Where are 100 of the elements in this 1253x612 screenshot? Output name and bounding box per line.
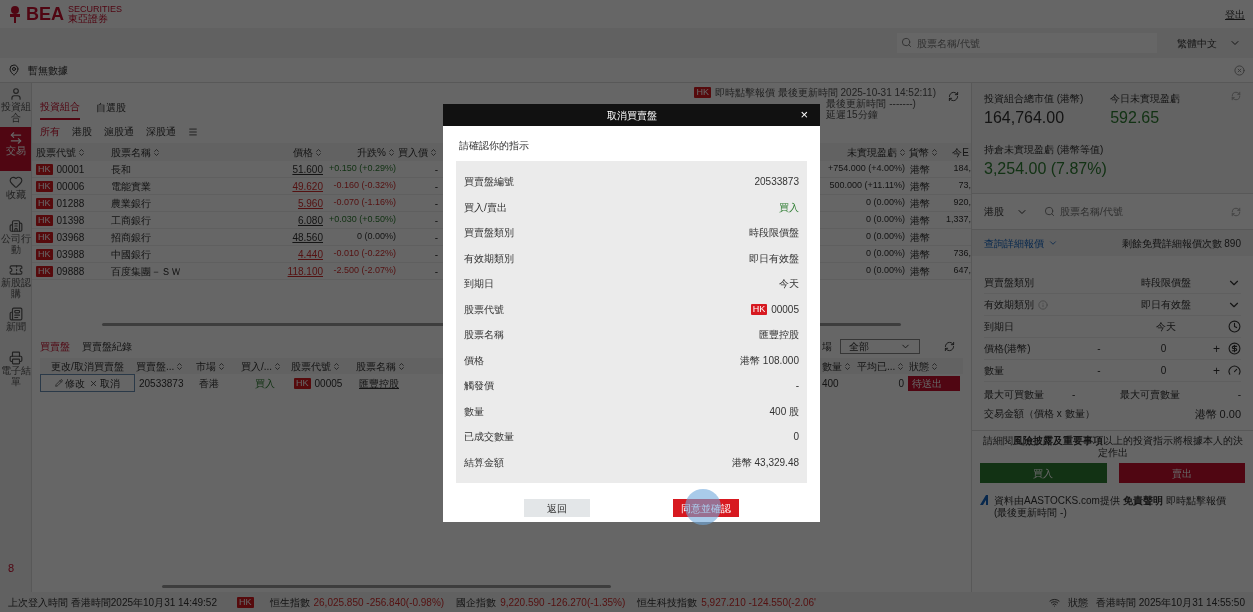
sort-icon[interactable] — [314, 147, 323, 157]
price-link[interactable]: 48.560 — [292, 229, 323, 245]
stock-name: 電能實業 — [111, 179, 151, 194]
cancel-button[interactable]: 取消 — [89, 375, 120, 391]
ticket-icon — [8, 263, 23, 277]
detail-label: 結算金額 — [464, 455, 504, 470]
sort-icon[interactable] — [273, 361, 283, 371]
price-link[interactable]: 49.620 — [292, 178, 323, 194]
orders-tab[interactable]: 買賣盤 — [40, 338, 70, 354]
field-value: - — [1237, 387, 1241, 402]
bid-price: - — [434, 247, 438, 262]
decrement-button[interactable]: - — [1084, 341, 1114, 356]
field-value[interactable]: 0 — [1160, 363, 1167, 378]
stock-name-link[interactable]: 匯豐控股 — [359, 375, 399, 391]
sort-icon[interactable] — [930, 147, 939, 157]
sort-icon[interactable] — [896, 361, 906, 371]
sort-icon[interactable] — [397, 361, 406, 371]
clock-text: 香港時間 2025年10月31 14:55:50 — [1096, 595, 1245, 610]
unrealized-pl: 0 (0.00%) — [865, 196, 905, 210]
filter-tab[interactable]: 港股 — [72, 124, 92, 139]
refresh-icon[interactable] — [1231, 206, 1241, 217]
decrement-button[interactable]: - — [1084, 363, 1114, 378]
currency: 港幣 — [910, 196, 930, 211]
portfolio-tab[interactable]: 自選股 — [96, 99, 126, 120]
close-button[interactable]: × — [800, 105, 808, 125]
trade-amount: 港幣 0.00 — [1194, 407, 1241, 422]
menu-icon[interactable] — [188, 126, 198, 137]
sort-icon[interactable] — [175, 361, 185, 371]
increment-button[interactable]: + — [1212, 339, 1220, 358]
detail-value: 20533873 — [754, 175, 799, 190]
filter-tab[interactable]: 深股通 — [146, 124, 176, 139]
caret-icon[interactable] — [1048, 238, 1058, 248]
field-value[interactable]: 0 — [1160, 341, 1167, 356]
field-value[interactable]: 今天 — [1156, 319, 1176, 334]
detail-label: 股票名稱 — [464, 328, 504, 343]
detail-label: 有效期類別 — [464, 251, 514, 266]
stock-code: 03988 — [56, 247, 85, 262]
swap-arrows-icon — [8, 131, 23, 145]
market-badge: HK — [36, 180, 53, 192]
detail-value: 0 — [793, 430, 799, 445]
person-icon — [8, 87, 23, 101]
clock-icon[interactable] — [1228, 320, 1241, 333]
today-value: 736, — [953, 247, 971, 261]
currency: 港幣 — [910, 264, 930, 279]
price-link[interactable]: 6.080 — [297, 212, 323, 228]
quote-notice: 即時點擊報價 最後更新時間 2025-10-31 14:52:11) — [715, 87, 936, 98]
sell-button[interactable]: 賣出 — [1118, 463, 1245, 483]
sort-icon[interactable] — [152, 147, 161, 157]
buy-button[interactable]: 買入 — [980, 463, 1107, 483]
stock-name: 農業銀行 — [111, 196, 151, 211]
detail-value: 時段限價盤 — [749, 226, 799, 241]
logout-link[interactable]: 登出 — [1225, 6, 1245, 22]
sort-icon[interactable] — [217, 361, 226, 371]
filter-tab[interactable]: 所有 — [40, 124, 60, 139]
market-select[interactable]: 全部 — [840, 338, 920, 354]
sort-icon[interactable] — [387, 147, 396, 157]
modify-button[interactable]: 修改 — [55, 375, 85, 391]
sort-icon[interactable] — [77, 147, 86, 157]
language-select[interactable]: 繁體中文 — [1177, 35, 1241, 51]
price-change: +0.030 (+0.50%) — [328, 213, 396, 227]
price-link[interactable]: 51.600 — [292, 161, 323, 177]
dollar-circle-icon[interactable] — [1228, 342, 1241, 355]
unrealized-pl: 500.000 (+11.11%) — [829, 179, 905, 193]
stock-code: 01398 — [56, 213, 85, 228]
price-change: -0.070 (-1.16%) — [333, 196, 396, 210]
refresh-icon[interactable] — [944, 340, 955, 352]
detail-value: - — [795, 379, 799, 394]
sort-icon[interactable] — [930, 361, 939, 371]
nav-item[interactable]: 收藏 — [0, 171, 31, 215]
price-link[interactable]: 5.960 — [297, 195, 323, 211]
price-link[interactable]: 118.100 — [287, 263, 323, 279]
summary-label: 今日未實現盈虧 — [1110, 92, 1181, 106]
filter-tab[interactable]: 滬股通 — [104, 124, 134, 139]
portfolio-tab[interactable]: 投資組合 — [40, 99, 80, 120]
building-icon — [8, 219, 23, 233]
orders-tab[interactable]: 買賣盤紀錄 — [82, 338, 132, 354]
sort-icon[interactable] — [332, 361, 341, 371]
field-value[interactable]: 即日有效盤 — [1140, 297, 1191, 312]
currency: 港幣 — [910, 247, 930, 262]
stock-code: 03968 — [56, 230, 85, 245]
quote-dropdown[interactable]: 查詢詳細報價 — [984, 235, 1058, 251]
stock-code: 09888 — [56, 264, 85, 279]
sort-icon[interactable] — [898, 147, 907, 157]
refresh-icon[interactable] — [1231, 91, 1241, 101]
gauge-icon[interactable] — [1228, 364, 1241, 377]
increment-button[interactable]: + — [1212, 361, 1220, 380]
refresh-icon[interactable] — [948, 91, 959, 102]
status-text: 狀態 — [1068, 595, 1088, 610]
nav-item[interactable]: 交易 — [0, 127, 31, 171]
close-icon[interactable] — [1234, 64, 1245, 76]
detail-label: 買入/賣出 — [464, 200, 507, 215]
sort-icon[interactable] — [843, 361, 852, 371]
quote-notice: 最後更新時間 -------) — [826, 98, 916, 109]
holding-pl: 3,254.00 (7.87%) — [984, 159, 1108, 179]
sort-icon[interactable] — [429, 147, 438, 157]
average-price: 0 — [898, 376, 904, 391]
order-side: 買入 — [255, 376, 275, 391]
price-link[interactable]: 4.440 — [297, 246, 323, 262]
market-select[interactable]: 港股 — [984, 204, 1028, 219]
back-button[interactable]: 返回 — [524, 499, 591, 517]
